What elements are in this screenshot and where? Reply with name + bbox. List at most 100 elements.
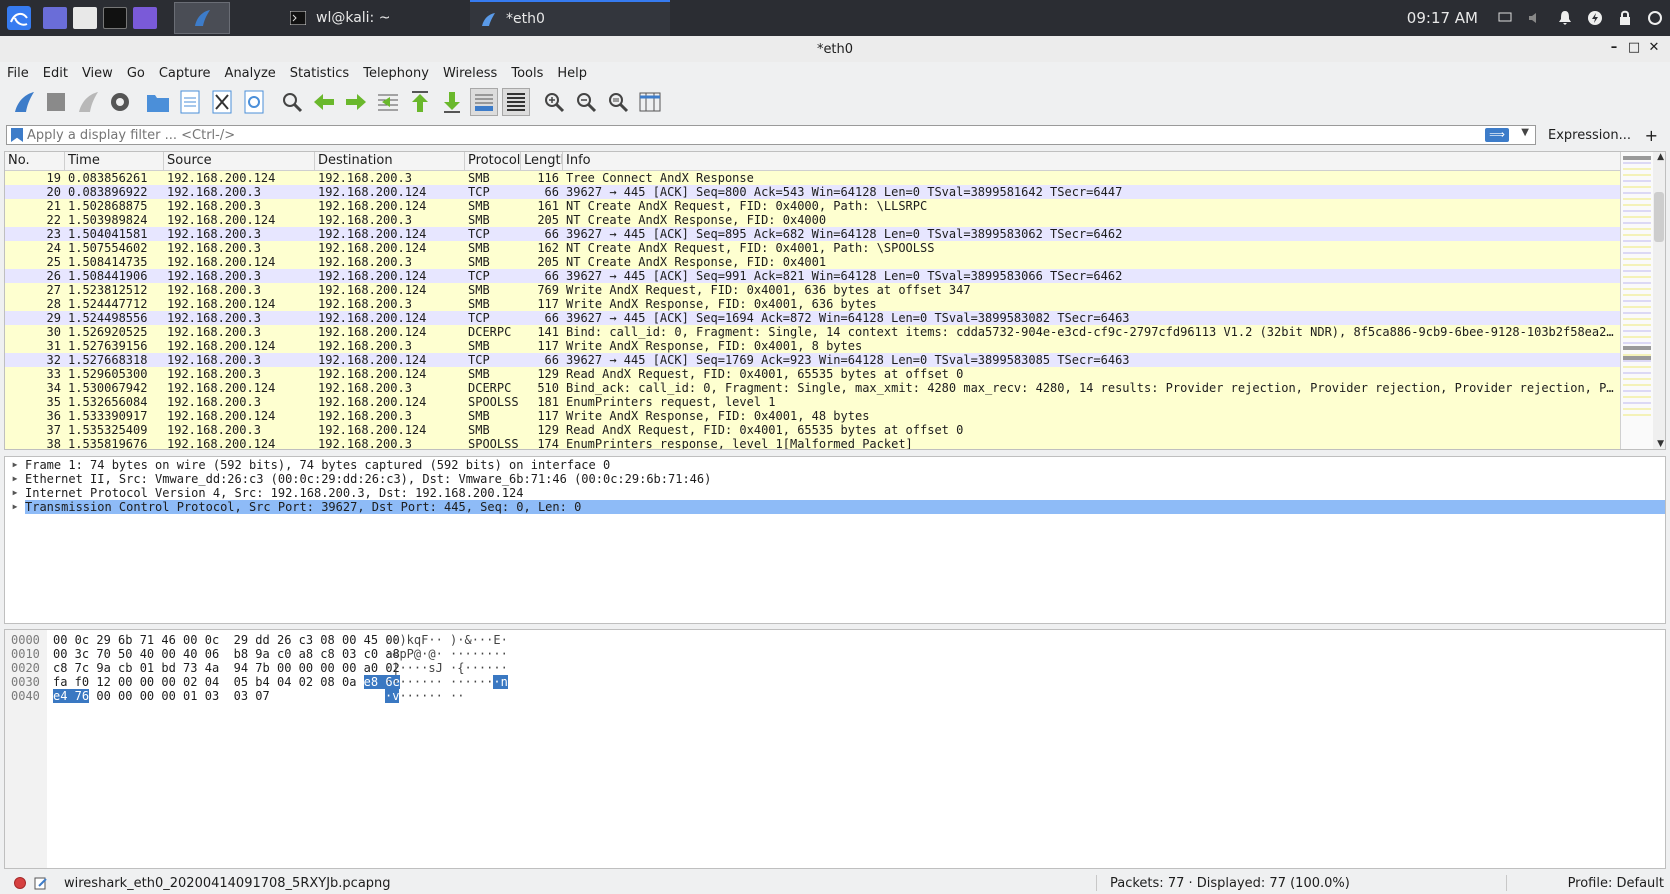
packet-list[interactable]: No. Time Source Destination Protocol Len… (4, 151, 1666, 450)
scrollbar-thumb[interactable] (1654, 192, 1664, 242)
go-last-packet-icon[interactable] (438, 88, 466, 116)
packet-row[interactable]: 28 1.524447712 192.168.200.124 192.168.200.… (5, 297, 1665, 311)
screen-recorder-icon[interactable] (133, 7, 157, 29)
menu-capture[interactable]: Capture (152, 66, 218, 81)
packet-minimap[interactable] (1623, 152, 1651, 449)
column-header-source[interactable]: Source (164, 152, 315, 170)
expand-chevron-icon[interactable]: ▶ (5, 486, 25, 500)
menu-go[interactable]: Go (120, 66, 152, 81)
lock-icon[interactable] (1615, 8, 1635, 28)
menu-help[interactable]: Help (550, 66, 594, 81)
scrollbar-track[interactable]: ▲ ▼ (1653, 152, 1665, 449)
packet-row[interactable]: 30 1.526920525 192.168.200.3 192.168.200.12… (5, 325, 1665, 339)
packet-row[interactable]: 25 1.508414735 192.168.200.124 192.168.200.… (5, 255, 1665, 269)
add-filter-button[interactable]: + (1645, 126, 1658, 145)
filter-history-chevron-down-icon[interactable]: ▼ (1521, 127, 1529, 138)
zoom-normal-icon[interactable] (604, 88, 632, 116)
packet-row[interactable]: 24 1.507554602 192.168.200.3 192.168.200.12… (5, 241, 1665, 255)
reload-file-icon[interactable] (240, 88, 268, 116)
expert-info-led-icon[interactable] (14, 877, 26, 889)
expression-button[interactable]: Expression... (1548, 128, 1631, 143)
menu-statistics[interactable]: Statistics (283, 66, 356, 81)
minimize-icon[interactable]: – (1604, 40, 1624, 55)
packet-row[interactable]: 34 1.530067942 192.168.200.124 192.168.200.… (5, 381, 1665, 395)
expand-chevron-icon[interactable]: ▶ (5, 472, 25, 486)
volume-muted-icon[interactable] (1525, 8, 1545, 28)
go-forward-arrow-icon[interactable] (342, 88, 370, 116)
scroll-down-icon[interactable]: ▼ (1657, 439, 1664, 449)
logout-icon[interactable] (1645, 8, 1665, 28)
profile-selector[interactable]: Profile: Default (1568, 876, 1664, 891)
scroll-up-icon[interactable]: ▲ (1657, 152, 1664, 162)
hex-row[interactable]: 0020 c8 7c 9a cb 01 bd 73 4a 94 7b 00 00 … (5, 661, 1605, 675)
hex-row[interactable]: 0000 00 0c 29 6b 71 46 00 0c 29 dd 26 c3 … (5, 633, 1605, 647)
menu-analyze[interactable]: Analyze (218, 66, 283, 81)
packet-row[interactable]: 31 1.527639156 192.168.200.124 192.168.200.… (5, 339, 1665, 353)
capture-options-gear-icon[interactable] (106, 88, 134, 116)
window-titlebar[interactable]: *eth0 – □ ✕ (0, 36, 1670, 63)
terminal-launcher-icon[interactable] (103, 7, 127, 29)
packet-bytes-pane[interactable]: 0000 00 0c 29 6b 71 46 00 0c 29 dd 26 c3 … (4, 629, 1666, 869)
packet-row[interactable]: 22 1.503989824 192.168.200.124 192.168.200.… (5, 213, 1665, 227)
menu-view[interactable]: View (75, 66, 120, 81)
taskbar-task-wireshark[interactable]: *eth0 (470, 0, 670, 36)
menu-file[interactable]: File (0, 66, 36, 81)
close-icon[interactable]: ✕ (1644, 40, 1664, 55)
start-capture-icon[interactable] (10, 88, 38, 116)
packet-list-scrollbar[interactable]: ▲ ▼ (1620, 152, 1665, 449)
column-header-protocol[interactable]: Protocol (465, 152, 521, 170)
zoom-out-icon[interactable] (572, 88, 600, 116)
packet-row[interactable]: 23 1.504041581 192.168.200.3 192.168.200.12… (5, 227, 1665, 241)
menu-wireless[interactable]: Wireless (436, 66, 504, 81)
menu-telephony[interactable]: Telephony (356, 66, 436, 81)
display-filter-input[interactable] (27, 127, 1467, 143)
colorize-packets-icon[interactable] (502, 88, 530, 116)
expand-chevron-icon[interactable]: ▶ (5, 458, 25, 472)
menu-edit[interactable]: Edit (36, 66, 75, 81)
expand-chevron-icon[interactable]: ▶ (5, 500, 25, 514)
apply-filter-arrow-icon[interactable]: ⟹ (1485, 128, 1509, 142)
restart-capture-icon[interactable] (74, 88, 102, 116)
stop-capture-icon[interactable] (42, 88, 70, 116)
menu-tools[interactable]: Tools (504, 66, 550, 81)
packet-row[interactable]: 35 1.532656084 192.168.200.3 192.168.200.12… (5, 395, 1665, 409)
detail-row-frame[interactable]: ▶ Frame 1: 74 bytes on wire (592 bits), … (5, 458, 1665, 472)
detail-row-tcp[interactable]: ▶ Transmission Control Protocol, Src Por… (5, 500, 1665, 514)
hex-row[interactable]: 0040 e4 76 00 00 00 00 01 03 03 07 ·v·····… (5, 689, 1605, 703)
auto-scroll-icon[interactable] (470, 88, 498, 116)
packet-row[interactable]: 21 1.502868875 192.168.200.3 192.168.200.12… (5, 199, 1665, 213)
open-file-icon[interactable] (144, 88, 172, 116)
power-manager-icon[interactable] (1585, 8, 1605, 28)
close-file-icon[interactable] (208, 88, 236, 116)
packet-row[interactable]: 27 1.523812512 192.168.200.3 192.168.200.12… (5, 283, 1665, 297)
hex-row[interactable]: 0010 00 3c 70 50 40 00 40 06 b8 9a c0 a8 … (5, 647, 1605, 661)
column-header-no[interactable]: No. (5, 152, 65, 170)
go-to-packet-icon[interactable] (374, 88, 402, 116)
packet-row[interactable]: 29 1.524498556 192.168.200.3 192.168.200.12… (5, 311, 1665, 325)
packet-row[interactable]: 37 1.535325409 192.168.200.3 192.168.200.12… (5, 423, 1665, 437)
packet-row[interactable]: 38 1.535819676 192.168.200.124 192.168.200.… (5, 437, 1665, 449)
hex-row[interactable]: 0030 fa f0 12 00 00 00 02 04 05 b4 04 02 … (5, 675, 1605, 689)
column-header-destination[interactable]: Destination (315, 152, 465, 170)
maximize-icon[interactable]: □ (1624, 40, 1644, 55)
clock[interactable]: 09:17 AM (1407, 9, 1478, 27)
go-back-arrow-icon[interactable] (310, 88, 338, 116)
find-packet-search-icon[interactable] (278, 88, 306, 116)
zoom-in-icon[interactable] (540, 88, 568, 116)
capture-comment-edit-icon[interactable] (34, 876, 48, 890)
go-first-packet-icon[interactable] (406, 88, 434, 116)
detail-row-ethernet[interactable]: ▶ Ethernet II, Src: Vmware_dd:26:c3 (00:… (5, 472, 1665, 486)
packet-row[interactable]: 36 1.533390917 192.168.200.124 192.168.200.… (5, 409, 1665, 423)
taskbar-task-terminal[interactable]: wl@kali: ~ (280, 0, 470, 36)
workspace-icon[interactable] (43, 7, 67, 29)
kali-menu-icon[interactable] (4, 3, 34, 33)
column-header-length[interactable]: Length (521, 152, 563, 170)
notification-bell-icon[interactable] (1555, 8, 1575, 28)
packet-row[interactable]: 20 0.083896922 192.168.200.3 192.168.200.12… (5, 185, 1665, 199)
packet-row[interactable]: 19 0.083856261 192.168.200.124 192.168.200.… (5, 171, 1665, 185)
display-icon[interactable] (1495, 8, 1515, 28)
file-manager-icon[interactable] (73, 7, 97, 29)
resize-columns-icon[interactable] (636, 88, 664, 116)
packet-row[interactable]: 26 1.508441906 192.168.200.3 192.168.200.12… (5, 269, 1665, 283)
save-file-icon[interactable] (176, 88, 204, 116)
